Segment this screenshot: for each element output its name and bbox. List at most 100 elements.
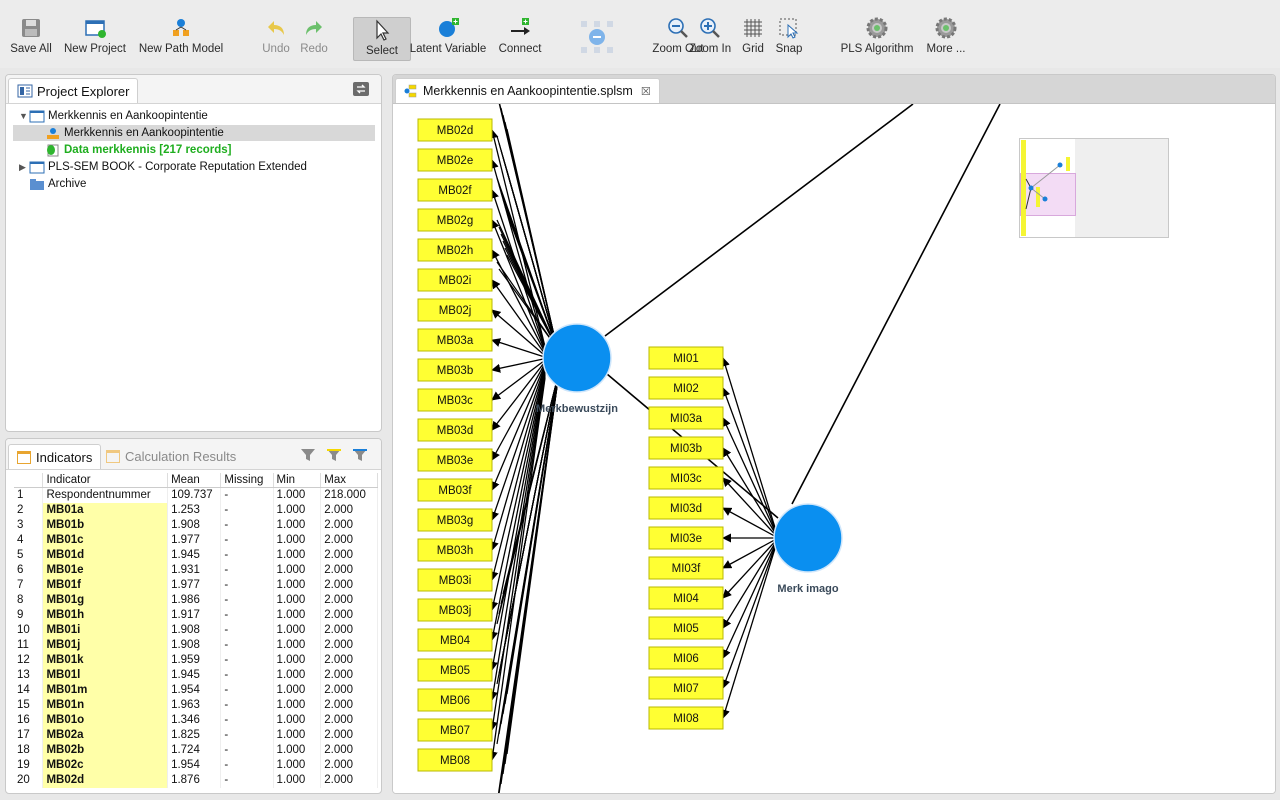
indicator-node-mi02[interactable]: MI02 <box>648 376 724 400</box>
save-all-button[interactable]: Save All <box>3 16 59 62</box>
tab-project-explorer[interactable]: Project Explorer <box>8 78 139 103</box>
indicator-node-mb02i[interactable]: MB02i <box>417 268 493 292</box>
loading-arrow[interactable] <box>488 378 546 761</box>
latent-variable-node[interactable]: Merk imago <box>773 503 843 595</box>
loading-arrow[interactable] <box>721 357 777 531</box>
indicator-node-mi03e[interactable]: MI03e <box>648 526 724 550</box>
latent-variable-node[interactable]: Merkbewustzijn <box>536 323 618 415</box>
tree-item[interactable]: Archive <box>19 176 86 192</box>
indicator-node-mb03c[interactable]: MB03c <box>417 388 493 412</box>
loading-arrow[interactable] <box>722 542 777 659</box>
connect-button[interactable]: Connect <box>492 16 548 62</box>
loading-arrow[interactable] <box>722 417 777 534</box>
indicator-node-mb03i[interactable]: MB03i <box>417 568 493 592</box>
tab-calculation-results[interactable]: Calculation Results <box>98 444 244 468</box>
indicator-node-mb03d[interactable]: MB03d <box>417 418 493 442</box>
table-row[interactable]: 17 MB02a 1.825-1.000 2.000 <box>14 728 378 743</box>
indicator-node-mi03f[interactable]: MI03f <box>648 556 724 580</box>
expand-triangle-icon[interactable]: ▼ <box>19 111 29 121</box>
tab-indicators[interactable]: Indicators <box>8 444 102 469</box>
indicator-node-mi03c[interactable]: MI03c <box>648 466 724 490</box>
snap-button[interactable]: Snap <box>761 16 817 62</box>
loading-arrow[interactable] <box>490 365 546 521</box>
indicator-node-mb02f[interactable]: MB02f <box>417 178 493 202</box>
indicator-node-mi05[interactable]: MI05 <box>648 616 724 640</box>
loading-arrow[interactable] <box>721 545 777 719</box>
table-row[interactable]: 7 MB01f 1.977-1.000 2.000 <box>14 578 378 593</box>
indicator-node-mi07[interactable]: MI07 <box>648 676 724 700</box>
indicator-node-mi03a[interactable]: MI03a <box>648 406 724 430</box>
table-row[interactable]: 13 MB01l 1.945-1.000 2.000 <box>14 668 378 683</box>
table-row[interactable]: 1 Respondentnummer 109.737-1.000 218.000 <box>14 487 378 503</box>
table-row[interactable]: 3 MB01b 1.908-1.000 2.000 <box>14 518 378 533</box>
pls-algorithm-button[interactable]: PLS Algorithm <box>841 16 913 62</box>
table-row[interactable]: 5 MB01d 1.945-1.000 2.000 <box>14 548 378 563</box>
table-row[interactable]: 18 MB02b 1.724-1.000 2.000 <box>14 743 378 758</box>
column-header[interactable]: Indicator <box>42 473 169 488</box>
indicator-node-mb03j[interactable]: MB03j <box>417 598 493 622</box>
indicator-node-mi06[interactable]: MI06 <box>648 646 724 670</box>
redo-button[interactable]: Redo <box>286 16 342 62</box>
table-row[interactable]: 9 MB01h 1.917-1.000 2.000 <box>14 608 378 623</box>
new-path-model-button[interactable]: New Path Model <box>139 16 223 62</box>
indicator-node-mb06[interactable]: MB06 <box>417 688 493 712</box>
close-tab-icon[interactable]: ☒ <box>641 85 651 98</box>
indicator-node-mb02d[interactable]: MB02d <box>417 118 493 142</box>
indicator-node-mb03h[interactable]: MB03h <box>417 538 493 562</box>
loading-arrow[interactable] <box>488 376 546 731</box>
table-row[interactable]: 16 MB01o 1.346-1.000 2.000 <box>14 713 378 728</box>
tree-item[interactable]: Data merkkennis [217 records] <box>19 142 231 158</box>
indicator-node-mb03g[interactable]: MB03g <box>417 508 493 532</box>
loading-arrow[interactable] <box>489 159 546 349</box>
indicator-node-mb05[interactable]: MB05 <box>417 658 493 682</box>
select-button[interactable]: Select <box>353 17 411 61</box>
collapsed-triangle-icon[interactable]: ▶ <box>19 162 29 173</box>
indicator-node-mb07[interactable]: MB07 <box>417 718 493 742</box>
column-header[interactable] <box>14 473 44 488</box>
structural-path[interactable] <box>604 104 914 337</box>
table-row[interactable]: 8 MB01g 1.986-1.000 2.000 <box>14 593 378 608</box>
indicator-node-mb02j[interactable]: MB02j <box>417 298 493 322</box>
more-button[interactable]: More ... <box>918 16 974 62</box>
table-row[interactable]: 2 MB01a 1.253-1.000 2.000 <box>14 503 378 518</box>
column-header[interactable]: Missing <box>220 473 274 488</box>
indicator-node-mb08[interactable]: MB08 <box>417 748 493 772</box>
indicator-node-mb03a[interactable]: MB03a <box>417 328 493 352</box>
table-row[interactable]: 4 MB01c 1.977-1.000 2.000 <box>14 533 378 548</box>
filter-icon[interactable] <box>300 447 316 463</box>
table-row[interactable]: 15 MB01n 1.963-1.000 2.000 <box>14 698 378 713</box>
tree-item[interactable]: ▼ Merkkennis en Aankoopintentie <box>19 108 208 124</box>
indicator-node-mb04[interactable]: MB04 <box>417 628 493 652</box>
indicator-node-mb03e[interactable]: MB03e <box>417 448 493 472</box>
filter-yellow-icon[interactable] <box>326 447 342 463</box>
table-row[interactable]: 14 MB01m 1.954-1.000 2.000 <box>14 683 378 698</box>
overview-minimap[interactable] <box>1019 138 1169 238</box>
column-header[interactable]: Min <box>273 473 322 488</box>
tab-model-file[interactable]: Merkkennis en Aankoopintentie.splsm ☒ <box>395 78 660 103</box>
indicator-node-mi03b[interactable]: MI03b <box>648 436 724 460</box>
structural-path[interactable] <box>791 104 1001 505</box>
indicator-node-mb02h[interactable]: MB02h <box>417 238 493 262</box>
filter-blue-icon[interactable] <box>352 447 368 463</box>
loading-arrow[interactable] <box>491 357 546 373</box>
tree-item[interactable]: Merkkennis en Aankoopintentie <box>13 125 375 141</box>
latent-variable-button[interactable]: Latent Variable <box>410 16 486 62</box>
indicator-node-mi04[interactable]: MI04 <box>648 586 724 610</box>
tree-item[interactable]: ▶ PLS-SEM BOOK - Corporate Reputation Ext… <box>19 159 307 175</box>
column-header[interactable]: Max <box>320 473 378 488</box>
path-model-canvas[interactable]: MB02d MB02e MB02f MB02g MB02h MB02i MB02j MB03a… <box>393 104 1275 793</box>
sync-icon[interactable] <box>353 82 369 96</box>
indicator-node-mb03f[interactable]: MB03f <box>417 478 493 502</box>
zoom-reset-icon[interactable] <box>580 20 614 54</box>
indicator-node-mi01[interactable]: MI01 <box>648 346 724 370</box>
column-header[interactable]: Mean <box>167 473 222 488</box>
loading-arrow[interactable] <box>489 368 546 581</box>
table-row[interactable]: 11 MB01j 1.908-1.000 2.000 <box>14 638 378 653</box>
indicator-node-mb02e[interactable]: MB02e <box>417 148 493 172</box>
indicator-node-mb02g[interactable]: MB02g <box>417 208 493 232</box>
indicator-node-mi03d[interactable]: MI03d <box>648 496 724 520</box>
table-row[interactable]: 6 MB01e 1.931-1.000 2.000 <box>14 563 378 578</box>
table-row[interactable]: 19 MB02c 1.954-1.000 2.000 <box>14 758 378 773</box>
new-project-button[interactable]: New Project <box>64 16 126 62</box>
table-row[interactable]: 10 MB01i 1.908-1.000 2.000 <box>14 623 378 638</box>
